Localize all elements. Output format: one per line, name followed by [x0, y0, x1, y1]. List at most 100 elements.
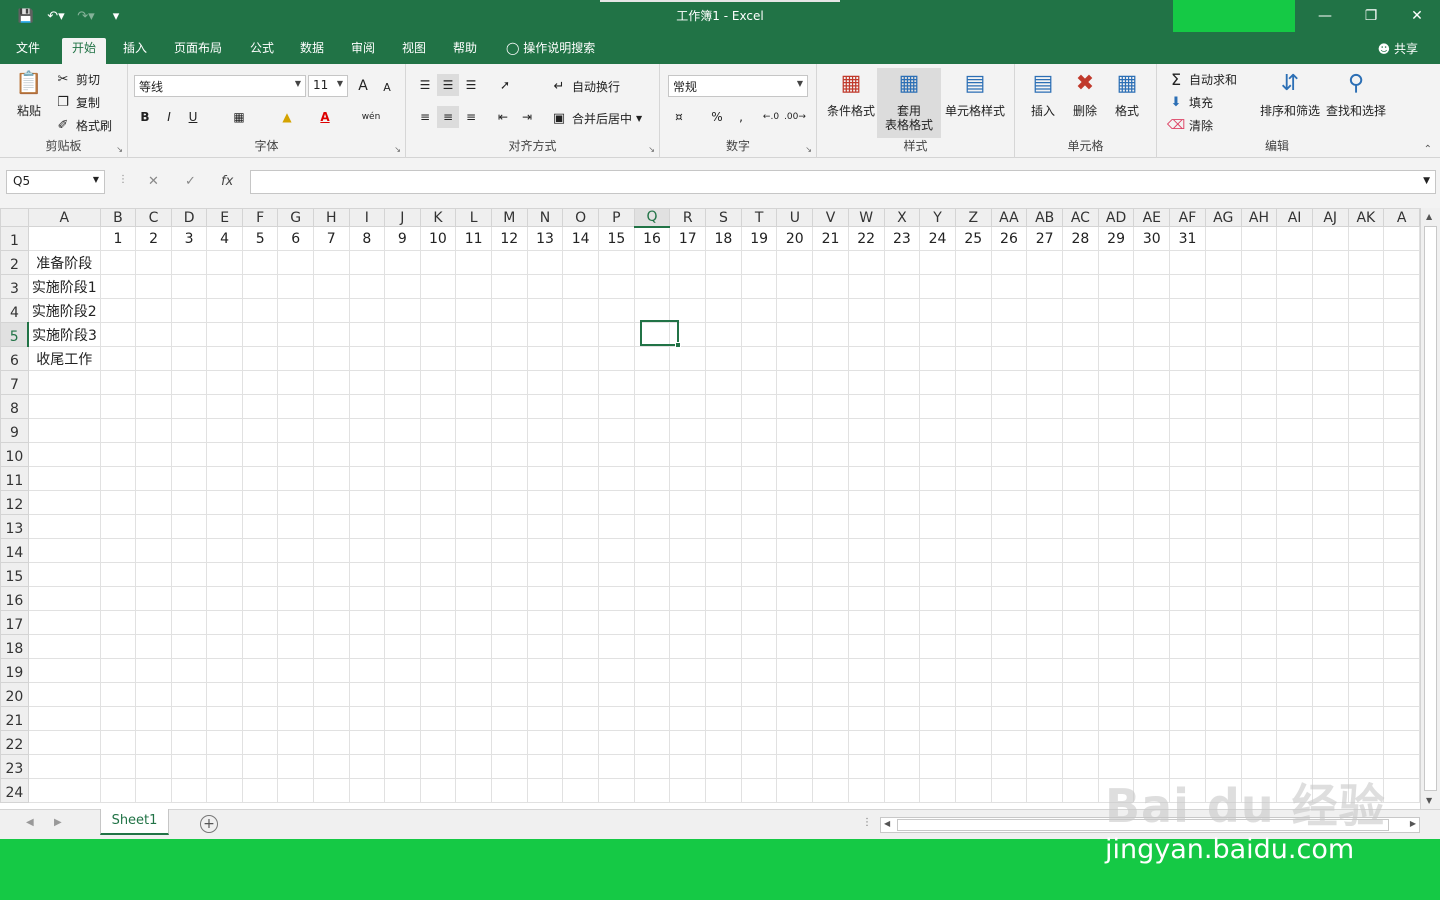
cell[interactable]	[1276, 490, 1313, 515]
tab-insert[interactable]: 插入	[113, 38, 157, 64]
tab-page-layout[interactable]: 页面布局	[164, 38, 232, 64]
cell[interactable]	[1204, 442, 1242, 467]
cell[interactable]	[990, 322, 1028, 347]
cell[interactable]	[1347, 298, 1385, 323]
cell[interactable]	[812, 778, 849, 803]
cell[interactable]	[633, 706, 671, 731]
cell[interactable]: 4	[206, 226, 243, 251]
cell[interactable]	[348, 730, 386, 755]
row-header[interactable]: 19	[0, 658, 29, 683]
cell[interactable]: 17	[669, 226, 707, 251]
cell[interactable]	[348, 274, 386, 299]
cell[interactable]	[1204, 658, 1242, 683]
cell[interactable]	[455, 658, 492, 683]
cell[interactable]	[1240, 298, 1278, 323]
cell[interactable]	[812, 586, 849, 611]
cell[interactable]	[135, 418, 172, 443]
cell[interactable]	[1204, 514, 1242, 539]
cell[interactable]	[241, 778, 279, 803]
align-bottom-icon[interactable]: ☰	[460, 74, 482, 96]
cell[interactable]	[206, 754, 243, 779]
cell[interactable]	[348, 610, 386, 635]
cell[interactable]	[1240, 634, 1278, 659]
cell[interactable]	[598, 322, 635, 347]
cell[interactable]	[1240, 682, 1278, 707]
cell[interactable]	[99, 706, 137, 731]
cell[interactable]	[598, 610, 635, 635]
cell[interactable]	[1347, 514, 1385, 539]
cell[interactable]: 13	[526, 226, 564, 251]
scroll-left-icon[interactable]: ◀	[884, 819, 890, 828]
cell[interactable]	[1347, 634, 1385, 659]
cell[interactable]	[27, 418, 101, 443]
cell[interactable]	[170, 610, 208, 635]
cell[interactable]	[847, 706, 885, 731]
column-header[interactable]: E	[206, 208, 243, 227]
cell[interactable]	[990, 298, 1028, 323]
cell[interactable]	[27, 394, 101, 419]
cell[interactable]	[633, 634, 671, 659]
cell[interactable]	[206, 730, 243, 755]
cell[interactable]	[455, 298, 492, 323]
cell[interactable]	[526, 490, 564, 515]
cell[interactable]	[206, 418, 243, 443]
cell[interactable]	[384, 562, 421, 587]
dialog-launcher-icon[interactable]: ↘	[805, 145, 812, 154]
cell[interactable]	[598, 250, 635, 275]
cell[interactable]	[954, 490, 992, 515]
autosum-button[interactable]: Σ 自动求和	[1167, 70, 1237, 89]
cell[interactable]	[135, 562, 172, 587]
cell[interactable]	[526, 370, 564, 395]
cell[interactable]	[669, 490, 707, 515]
cell[interactable]	[1026, 490, 1064, 515]
cell[interactable]	[490, 610, 528, 635]
cell[interactable]	[1383, 370, 1420, 395]
cell[interactable]	[812, 490, 849, 515]
cell[interactable]	[170, 250, 208, 275]
cell[interactable]	[669, 682, 707, 707]
cell[interactable]	[740, 370, 778, 395]
align-right-icon[interactable]: ≡	[460, 106, 482, 128]
cell[interactable]	[1097, 682, 1135, 707]
decrease-indent-icon[interactable]: ⇤	[492, 106, 514, 128]
cell[interactable]	[812, 514, 849, 539]
cell[interactable]	[1276, 250, 1313, 275]
cell[interactable]	[1204, 490, 1242, 515]
cell[interactable]	[740, 706, 778, 731]
cell[interactable]	[1062, 394, 1099, 419]
cell[interactable]	[135, 250, 172, 275]
cell[interactable]	[954, 370, 992, 395]
cell[interactable]	[1204, 682, 1242, 707]
cell[interactable]	[812, 394, 849, 419]
align-left-icon[interactable]: ≡	[414, 106, 436, 128]
cell[interactable]	[990, 274, 1028, 299]
cell[interactable]	[1097, 610, 1135, 635]
cell[interactable]	[598, 442, 635, 467]
cell[interactable]	[705, 706, 742, 731]
cell[interactable]	[1097, 250, 1135, 275]
cell[interactable]	[598, 538, 635, 563]
cell[interactable]	[384, 322, 421, 347]
worksheet[interactable]: A B C D E F G H I J K L M N O P Q R S T U V W X Y Z AA AB AC AD AE AF AG…	[0, 208, 1420, 809]
cell[interactable]	[1062, 442, 1099, 467]
format-as-table-button[interactable]: ▦ 套用 表格格式	[877, 68, 941, 138]
cell[interactable]	[812, 442, 849, 467]
cell[interactable]	[1347, 586, 1385, 611]
cell[interactable]	[847, 634, 885, 659]
cell[interactable]	[1204, 298, 1242, 323]
cell[interactable]	[1062, 346, 1099, 371]
row-header[interactable]: 6	[0, 346, 29, 371]
cell[interactable]	[562, 730, 600, 755]
row-header[interactable]: 2	[0, 250, 29, 275]
cell[interactable]	[740, 394, 778, 419]
cell[interactable]	[705, 466, 742, 491]
cell[interactable]	[348, 490, 386, 515]
cell[interactable]	[1383, 274, 1420, 299]
cell[interactable]	[1383, 346, 1420, 371]
format-cells-button[interactable]: ▦ 格式	[1107, 68, 1147, 119]
cell[interactable]	[1311, 514, 1349, 539]
cell[interactable]	[990, 514, 1028, 539]
cell[interactable]	[919, 658, 956, 683]
cell[interactable]	[1347, 658, 1385, 683]
cell[interactable]	[740, 682, 778, 707]
